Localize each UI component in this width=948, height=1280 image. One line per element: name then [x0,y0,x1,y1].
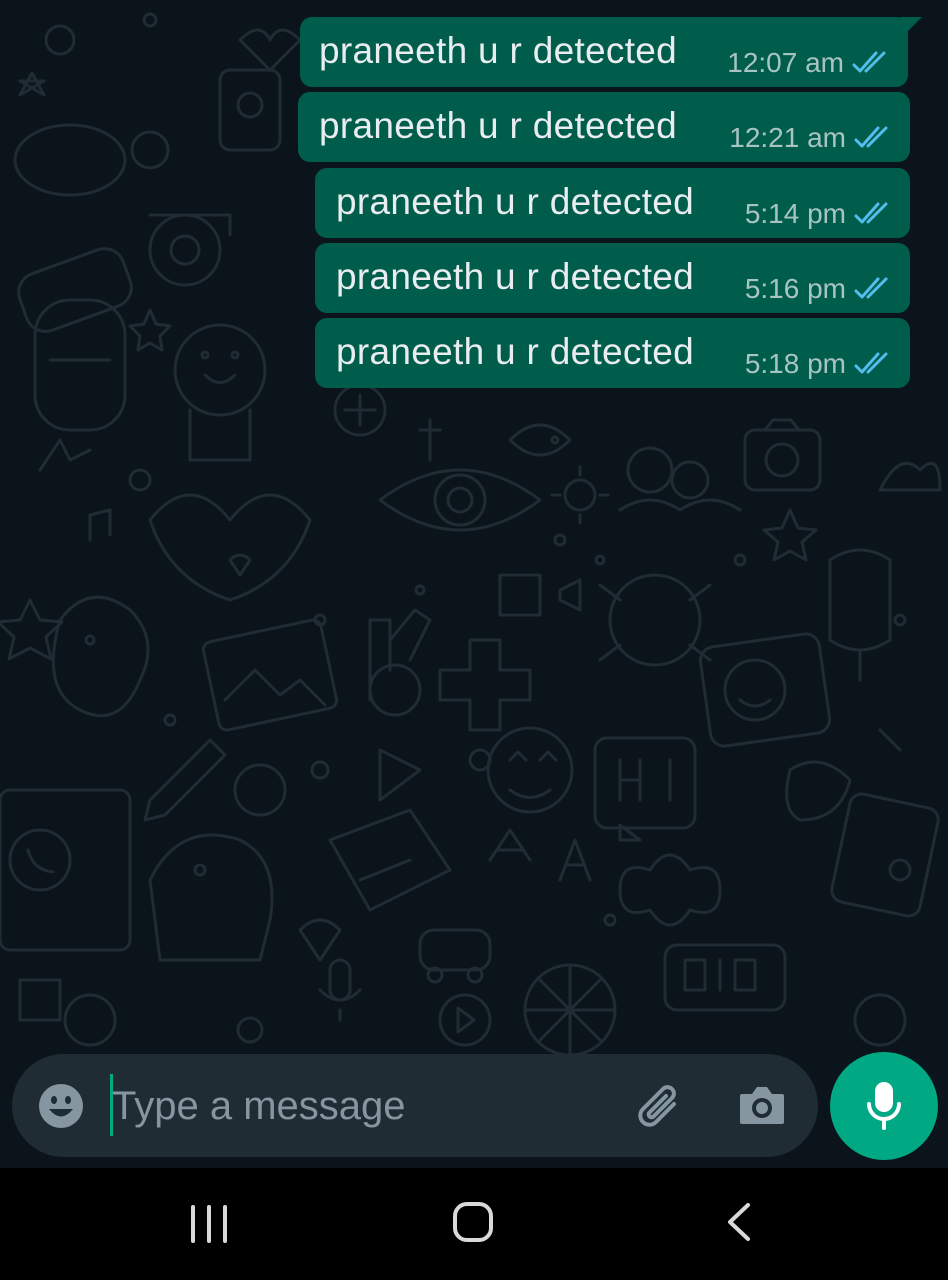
outgoing-message[interactable]: praneeth u r detected 5:14 pm [315,168,910,238]
message-meta: 12:21 am [729,122,894,154]
recent-apps-icon[interactable] [189,1204,229,1244]
message-time: 5:16 pm [744,273,846,304]
camera-icon[interactable] [738,1082,786,1128]
message-time: 12:21 am [729,122,846,153]
message-meta: 5:16 pm [745,273,894,305]
message-meta: 5:18 pm [745,348,894,380]
bubble-tail [900,17,922,39]
double-check-icon [854,352,888,374]
outgoing-message[interactable]: praneeth u r detected 12:07 am [300,17,922,87]
microphone-icon [867,1082,901,1130]
double-check-icon [854,126,888,148]
message-input[interactable] [112,1074,612,1138]
back-icon[interactable] [722,1202,756,1242]
message-composer [12,1054,818,1157]
outgoing-message[interactable]: praneeth u r detected 12:21 am [298,92,910,162]
home-icon[interactable] [451,1200,495,1244]
emoji-icon[interactable] [37,1082,85,1130]
message-text: praneeth u r detected [319,30,678,71]
double-check-icon [854,202,888,224]
voice-record-button[interactable] [830,1052,938,1160]
double-check-icon [852,51,886,73]
paperclip-icon[interactable] [634,1082,684,1132]
system-navigation-bar [0,1168,948,1280]
message-text: praneeth u r detected [336,181,695,222]
message-meta: 12:07 am [727,47,892,79]
message-text: praneeth u r detected [336,331,695,372]
outgoing-message[interactable]: praneeth u r detected 5:16 pm [315,243,910,313]
message-text: praneeth u r detected [319,105,678,146]
double-check-icon [854,277,888,299]
message-time: 12:07 am [727,47,844,78]
message-time: 5:14 pm [744,198,846,229]
outgoing-message[interactable]: praneeth u r detected 5:18 pm [315,318,910,388]
message-meta: 5:14 pm [745,198,894,230]
message-time: 5:18 pm [744,348,846,379]
message-text: praneeth u r detected [336,256,695,297]
